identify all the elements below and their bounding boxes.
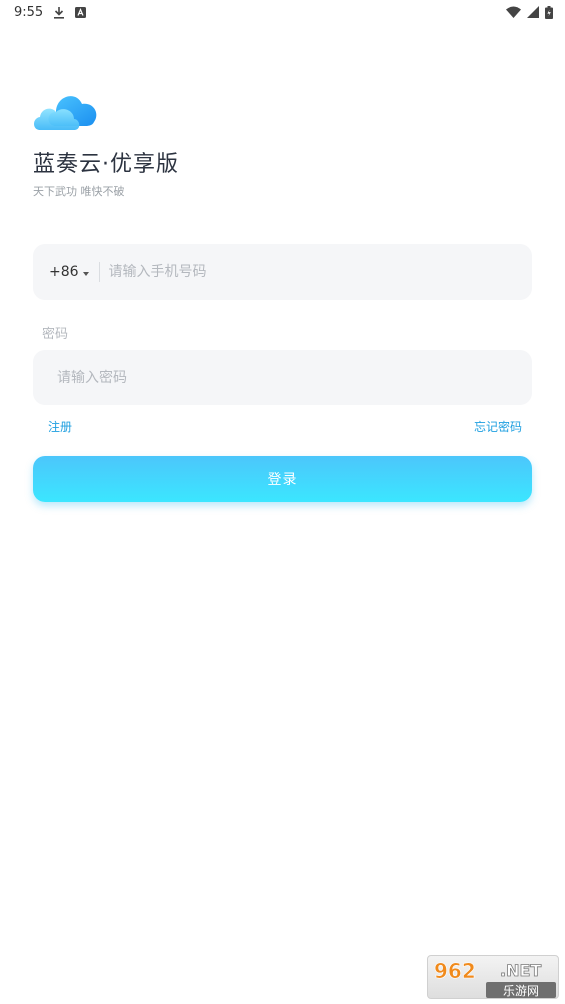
svg-text:.NET: .NET bbox=[500, 961, 541, 980]
login-button[interactable]: 登录 bbox=[33, 456, 532, 502]
password-field bbox=[33, 350, 532, 405]
register-link[interactable]: 注册 bbox=[48, 418, 72, 435]
status-time: 9:55 bbox=[14, 4, 44, 20]
phone-input[interactable] bbox=[108, 244, 532, 300]
forgot-password-link[interactable]: 忘记密码 bbox=[474, 418, 522, 435]
country-code-selector[interactable]: +86 bbox=[49, 264, 89, 280]
status-bar: 9:55 bbox=[0, 0, 565, 24]
watermark-logo: 962 .NET 乐游网 bbox=[427, 955, 559, 999]
password-input[interactable] bbox=[57, 350, 532, 405]
svg-text:乐游网: 乐游网 bbox=[503, 984, 539, 998]
a-box-icon bbox=[75, 6, 87, 18]
status-bar-right bbox=[506, 5, 553, 19]
country-code-label: +86 bbox=[49, 264, 79, 280]
cloud-icon bbox=[32, 86, 100, 132]
wifi-icon bbox=[506, 6, 521, 18]
app-slogan: 天下武功 唯快不破 bbox=[33, 185, 125, 198]
status-bar-left: 9:55 bbox=[14, 4, 87, 20]
field-divider bbox=[98, 262, 100, 282]
password-label: 密码 bbox=[42, 327, 69, 342]
app-title: 蓝奏云·优享版 bbox=[33, 152, 179, 177]
signal-icon bbox=[527, 6, 539, 18]
phone-field: +86 bbox=[33, 244, 532, 300]
caret-down-icon bbox=[82, 264, 89, 280]
download-icon bbox=[53, 6, 65, 19]
svg-text:962: 962 bbox=[434, 959, 476, 983]
battery-icon bbox=[545, 5, 553, 19]
